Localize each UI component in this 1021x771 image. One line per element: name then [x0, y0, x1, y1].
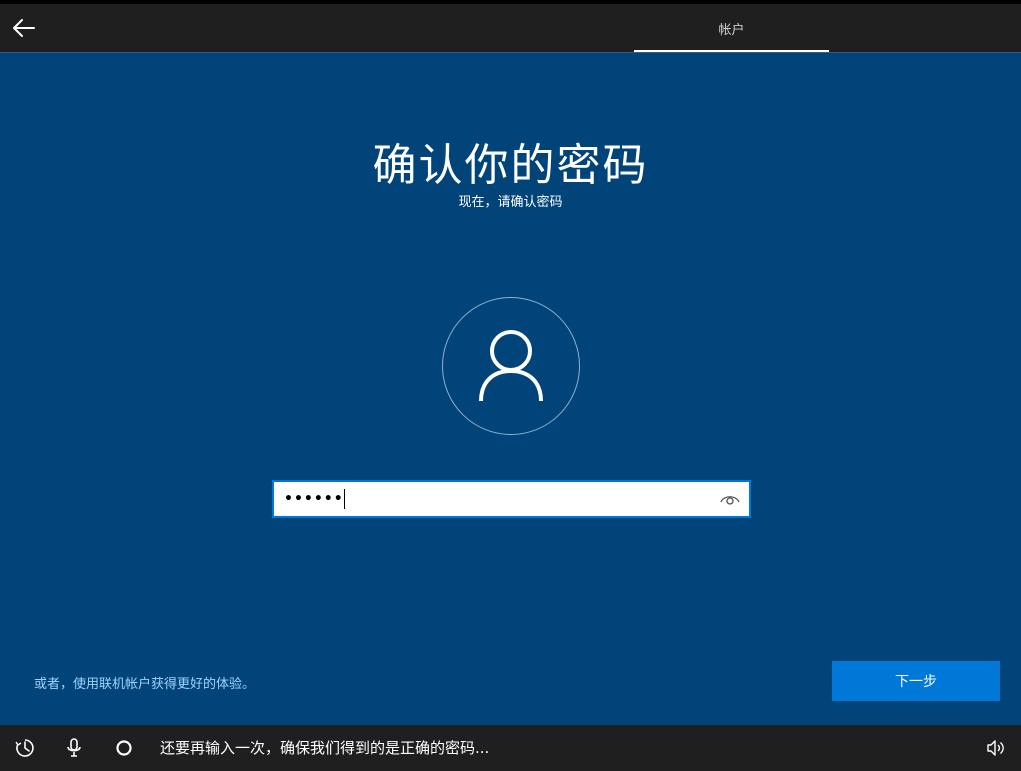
ease-of-access-button[interactable] — [15, 738, 35, 758]
volume-button[interactable] — [986, 738, 1006, 758]
cortana-circle-icon — [116, 740, 132, 756]
volume-icon — [987, 740, 1004, 756]
top-bar: 帐户 — [0, 4, 1021, 52]
eye-icon — [720, 496, 740, 505]
microphone-button[interactable] — [64, 738, 84, 758]
main-panel: 确认你的密码 现在，请确认密码 •••••• 或者，使用联机帐户获得更好的体验。… — [0, 53, 1021, 725]
cortana-message: 还要再输入一次，确保我们得到的是正确的密码... — [160, 739, 490, 757]
bottom-bar: 还要再输入一次，确保我们得到的是正确的密码... — [0, 725, 1021, 771]
user-icon — [479, 330, 543, 402]
back-button[interactable] — [8, 10, 40, 46]
next-button[interactable]: 下一步 — [832, 661, 1000, 701]
password-value: •••••• — [284, 491, 344, 507]
microphone-icon — [67, 738, 81, 757]
tab-account[interactable]: 帐户 — [634, 4, 829, 52]
oobe-screen: 帐户 确认你的密码 现在，请确认密码 •••••• 或者，使用联机帐户获得更好的… — [0, 0, 1021, 771]
next-button-label: 下一步 — [895, 674, 937, 690]
back-arrow-icon — [13, 19, 35, 37]
ease-of-access-icon — [15, 739, 34, 757]
page-subtitle: 现在，请确认密码 — [458, 195, 563, 210]
reveal-password-button[interactable] — [717, 486, 743, 512]
page-title: 确认你的密码 — [372, 140, 649, 191]
password-input[interactable]: •••••• — [272, 480, 751, 518]
text-caret — [344, 489, 345, 509]
avatar — [442, 297, 580, 435]
tab-account-label: 帐户 — [718, 22, 745, 38]
online-account-link[interactable]: 或者，使用联机帐户获得更好的体验。 — [34, 673, 255, 692]
cortana-button[interactable] — [114, 738, 134, 758]
